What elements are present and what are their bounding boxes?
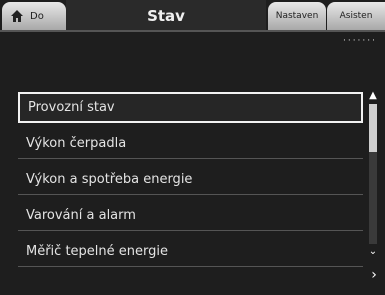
scroll-thumb[interactable] xyxy=(369,104,377,152)
tab-home-label: Do xyxy=(30,10,44,22)
scroll-track[interactable] xyxy=(369,104,377,244)
scrollbar[interactable]: ▲ ⌄ xyxy=(368,90,378,266)
menu-item-operating-status[interactable]: Provozní stav xyxy=(18,92,363,123)
menu-item-warnings-alarms[interactable]: Varování a alarm xyxy=(18,200,363,231)
menu-item-label: Měřič tepelné energie xyxy=(26,243,168,259)
menu-item-heat-meter[interactable]: Měřič tepelné energie xyxy=(18,236,363,267)
menu-item-label: Varování a alarm xyxy=(26,207,136,223)
menu-item-pump-performance[interactable]: Výkon čerpadla xyxy=(18,128,363,159)
page-title: Stav xyxy=(147,7,185,25)
display-screen: Do Stav Nastaven Asisten ······· Provozn… xyxy=(0,0,385,295)
header-tabs: Do Stav Nastaven Asisten xyxy=(0,0,385,36)
tab-settings-label: Nastaven xyxy=(275,11,319,21)
home-icon xyxy=(11,10,23,22)
pump-id: ······· xyxy=(342,36,377,46)
chevron-down-icon[interactable]: ⌄ xyxy=(368,246,378,258)
chevron-right-icon[interactable]: › xyxy=(368,268,380,282)
menu-item-power-energy[interactable]: Výkon a spotřeba energie xyxy=(18,164,363,195)
chevron-up-icon[interactable]: ▲ xyxy=(368,90,378,102)
tab-assist-label: Asisten xyxy=(339,11,373,21)
menu-list: Provozní stav Výkon čerpadla Výkon a spo… xyxy=(18,92,363,267)
tab-status[interactable]: Stav xyxy=(66,0,266,32)
menu-item-label: Výkon a spotřeba energie xyxy=(26,171,193,187)
menu-item-label: Provozní stav xyxy=(28,100,115,115)
menu-item-label: Výkon čerpadla xyxy=(26,135,127,151)
tab-home[interactable]: Do xyxy=(2,2,66,30)
tab-assist[interactable]: Asisten xyxy=(327,2,385,30)
header-divider xyxy=(0,30,385,32)
tab-settings[interactable]: Nastaven xyxy=(268,2,326,30)
